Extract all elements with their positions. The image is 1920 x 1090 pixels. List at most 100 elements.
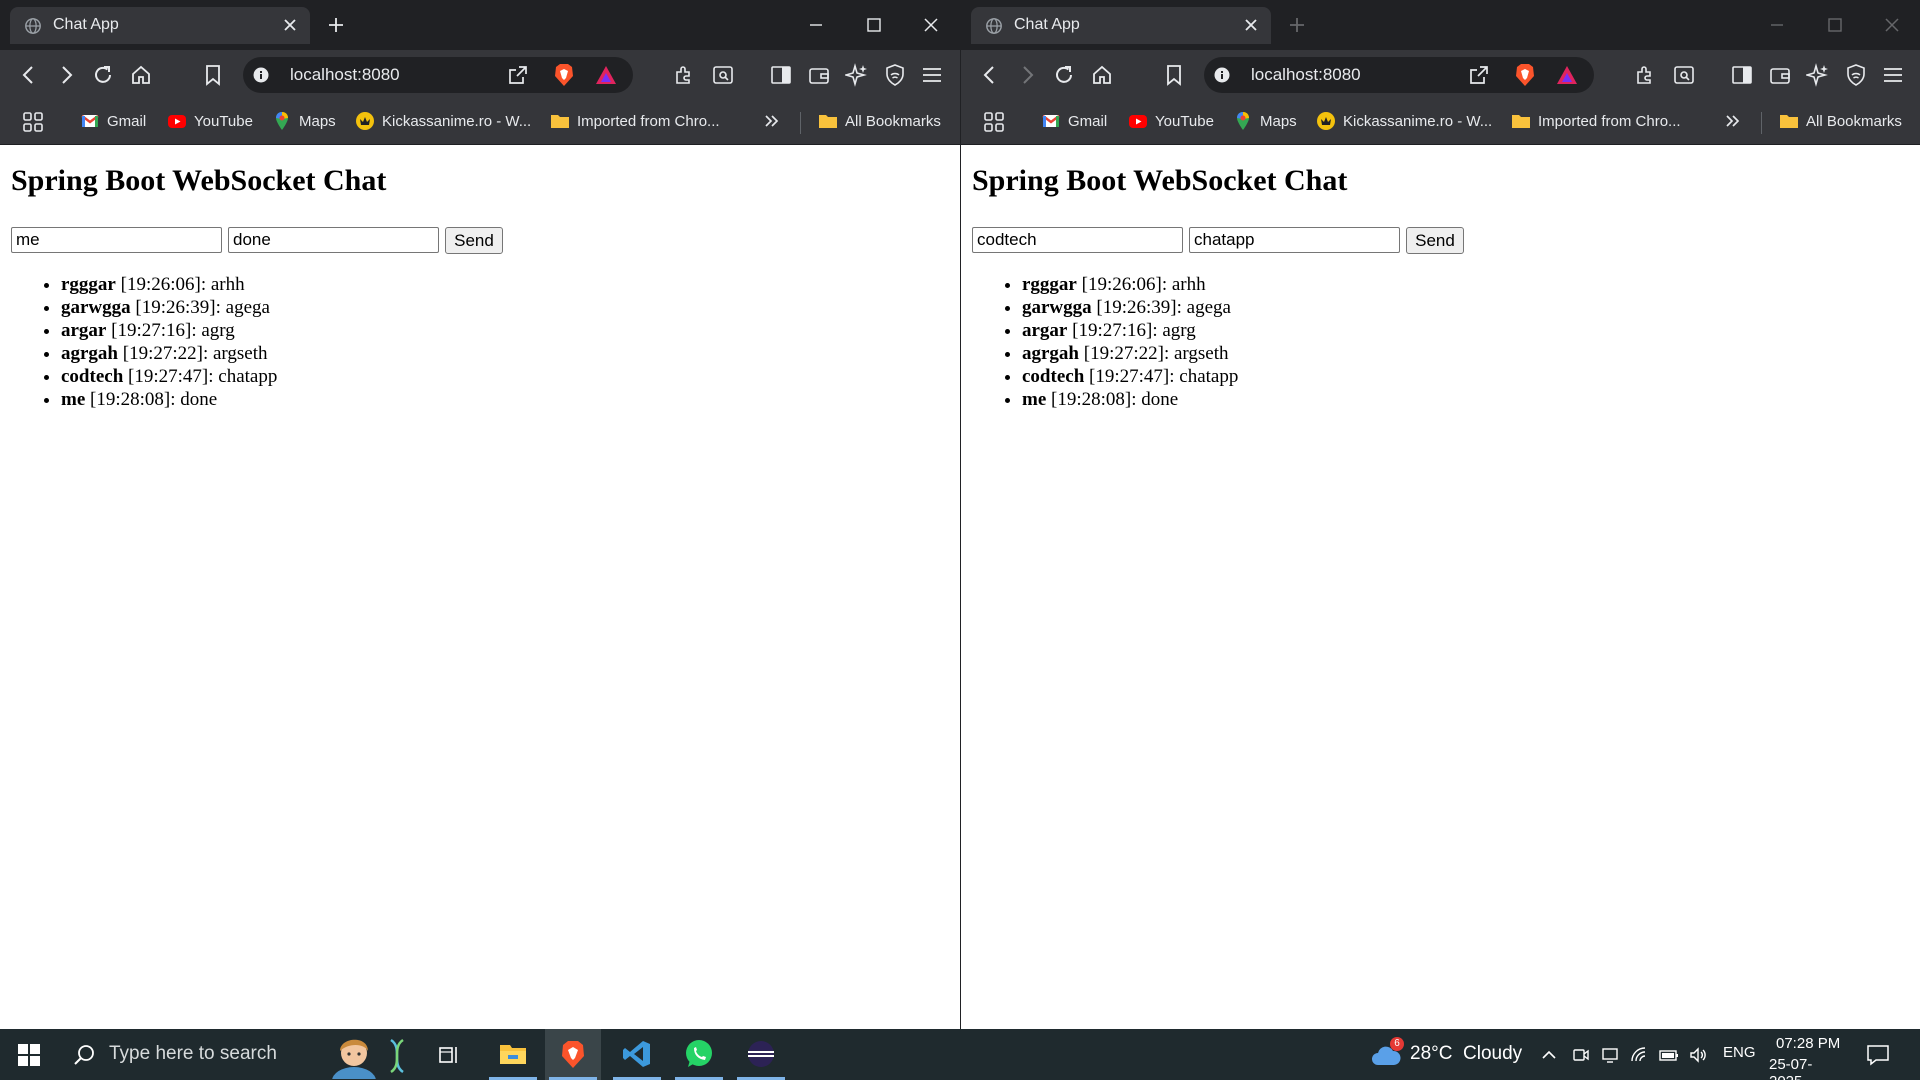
- clock-date: 25-07-2025: [1769, 1056, 1813, 1090]
- send-button[interactable]: Send: [1406, 227, 1464, 254]
- extensions-icon[interactable]: [1633, 63, 1657, 87]
- reader-mode-icon[interactable]: [1672, 63, 1696, 87]
- maximize-icon[interactable]: [1825, 15, 1845, 35]
- taskbar-search-box[interactable]: Type here to search: [62, 1029, 462, 1080]
- vpn-icon[interactable]: [1844, 63, 1868, 87]
- vpn-icon[interactable]: [883, 63, 907, 87]
- battery-icon[interactable]: [1659, 1047, 1679, 1063]
- chevron-up-icon[interactable]: [1541, 1047, 1557, 1063]
- kickassanime-icon: [1317, 112, 1335, 130]
- message-time: [19:26:06]: [120, 274, 201, 295]
- display-icon[interactable]: [1601, 1046, 1619, 1064]
- send-button[interactable]: Send: [445, 227, 503, 254]
- bookmark-label: YouTube: [194, 112, 253, 130]
- meet-now-icon[interactable]: [1572, 1046, 1590, 1064]
- bookmark-all-bookmarks[interactable]: All Bookmarks: [1779, 110, 1902, 132]
- list-item: garwgga [19:26:39]: agega: [61, 296, 277, 319]
- bookmark-icon[interactable]: [201, 63, 225, 87]
- apps-grid-icon[interactable]: [22, 111, 44, 133]
- brave-rewards-icon[interactable]: [1556, 64, 1578, 86]
- bookmark-label: Maps: [299, 112, 336, 130]
- windows-start-icon[interactable]: [18, 1044, 40, 1066]
- close-icon[interactable]: [1243, 17, 1259, 33]
- taskbar-vscode[interactable]: [609, 1029, 665, 1080]
- maximize-icon[interactable]: [864, 15, 884, 35]
- apps-grid-icon[interactable]: [983, 111, 1005, 133]
- site-info-icon[interactable]: [1214, 67, 1230, 83]
- notifications-icon[interactable]: [1866, 1044, 1890, 1066]
- leo-ai-icon[interactable]: [845, 63, 869, 87]
- bookmark-gmail[interactable]: Gmail: [80, 110, 146, 132]
- bookmark-maps[interactable]: Maps: [272, 110, 336, 132]
- message-text: : agrg: [1152, 320, 1196, 341]
- clock[interactable]: 07:28 PM 25-07-2025: [1764, 1029, 1844, 1090]
- forward-icon[interactable]: [54, 63, 78, 87]
- bookmark-gmail[interactable]: Gmail: [1041, 110, 1107, 132]
- minimize-icon[interactable]: [806, 15, 826, 35]
- username-input[interactable]: [11, 227, 222, 253]
- weather-widget[interactable]: 6 28°C Cloudy: [1368, 1029, 1522, 1080]
- bookmark-kickassanime[interactable]: Kickassanime.ro - W...: [1316, 110, 1492, 132]
- bookmark-imported-folder[interactable]: Imported from Chro...: [550, 110, 720, 132]
- list-item: codtech [19:27:47]: chatapp: [61, 365, 277, 388]
- tab-chat-app[interactable]: Chat App: [10, 7, 310, 44]
- chevron-double-right-icon[interactable]: [1724, 112, 1742, 130]
- username-input[interactable]: [972, 227, 1183, 253]
- chevron-double-right-icon[interactable]: [763, 112, 781, 130]
- tab-chat-app[interactable]: Chat App: [971, 7, 1271, 44]
- share-icon[interactable]: [1468, 64, 1490, 86]
- home-icon[interactable]: [1090, 63, 1114, 87]
- bookmark-youtube[interactable]: YouTube: [167, 110, 253, 132]
- bookmark-maps[interactable]: Maps: [1233, 110, 1297, 132]
- home-icon[interactable]: [129, 63, 153, 87]
- sidebar-icon[interactable]: [1730, 63, 1754, 87]
- language-indicator[interactable]: ENG: [1723, 1044, 1756, 1061]
- brave-shields-icon[interactable]: [1514, 63, 1536, 87]
- address-bar[interactable]: localhost:8080: [1204, 57, 1594, 93]
- taskbar-eclipse[interactable]: [733, 1029, 789, 1080]
- site-info-icon[interactable]: [253, 67, 269, 83]
- taskbar-whatsapp[interactable]: [671, 1029, 727, 1080]
- message-user: argar: [61, 320, 107, 341]
- browser-window-left: Chat App localhost:8080 Gmail YouTube Ma…: [0, 0, 960, 1029]
- wifi-icon[interactable]: [1630, 1046, 1648, 1064]
- share-icon[interactable]: [507, 64, 529, 86]
- bookmark-all-bookmarks[interactable]: All Bookmarks: [818, 110, 941, 132]
- taskbar-file-explorer[interactable]: [485, 1029, 541, 1080]
- window-close-icon[interactable]: [1882, 15, 1902, 35]
- back-icon[interactable]: [978, 63, 1002, 87]
- leo-ai-icon[interactable]: [1806, 63, 1830, 87]
- bookmark-youtube[interactable]: YouTube: [1128, 110, 1214, 132]
- menu-icon[interactable]: [1881, 63, 1905, 87]
- message-text: : agega: [215, 297, 270, 318]
- wallet-icon[interactable]: [1768, 63, 1792, 87]
- extensions-icon[interactable]: [672, 63, 696, 87]
- close-icon[interactable]: [282, 17, 298, 33]
- volume-icon[interactable]: [1689, 1046, 1709, 1064]
- reader-mode-icon[interactable]: [711, 63, 735, 87]
- message-input[interactable]: [228, 227, 439, 253]
- bookmark-kickassanime[interactable]: Kickassanime.ro - W...: [355, 110, 531, 132]
- sidebar-icon[interactable]: [769, 63, 793, 87]
- task-view-icon[interactable]: [437, 1043, 461, 1067]
- reload-icon[interactable]: [1052, 63, 1076, 87]
- new-tab-icon[interactable]: [326, 15, 346, 35]
- new-tab-icon[interactable]: [1287, 15, 1307, 35]
- message-text: : argseth: [1163, 343, 1229, 364]
- back-icon[interactable]: [17, 63, 41, 87]
- window-close-icon[interactable]: [921, 15, 941, 35]
- taskbar-brave[interactable]: [545, 1029, 601, 1080]
- forward-icon[interactable]: [1015, 63, 1039, 87]
- brave-rewards-icon[interactable]: [595, 64, 617, 86]
- whatsapp-icon: [686, 1040, 712, 1067]
- minimize-icon[interactable]: [1767, 15, 1787, 35]
- bookmark-imported-folder[interactable]: Imported from Chro...: [1511, 110, 1681, 132]
- message-input[interactable]: [1189, 227, 1400, 253]
- brave-shields-icon[interactable]: [553, 63, 575, 87]
- address-bar[interactable]: localhost:8080: [243, 57, 633, 93]
- wallet-icon[interactable]: [807, 63, 831, 87]
- bookmark-icon[interactable]: [1162, 63, 1186, 87]
- bookmark-label: Kickassanime.ro - W...: [382, 112, 532, 130]
- menu-icon[interactable]: [920, 63, 944, 87]
- reload-icon[interactable]: [91, 63, 115, 87]
